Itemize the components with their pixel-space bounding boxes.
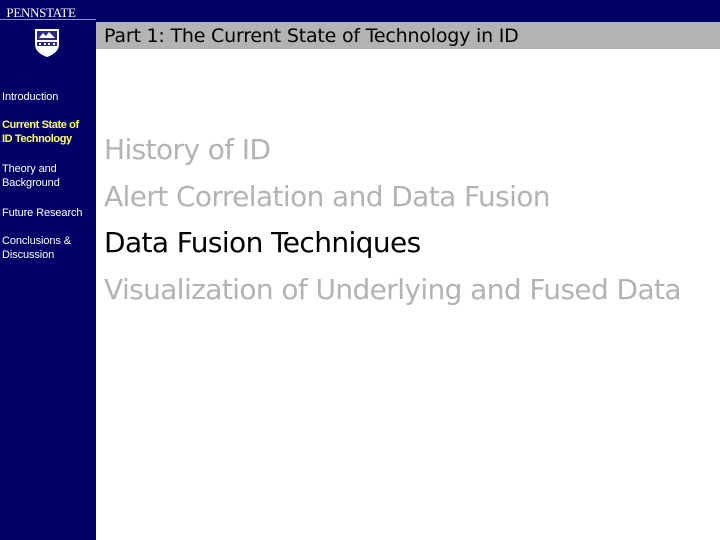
nav-item-label-line1: Conclusions & xyxy=(2,235,72,247)
bullet-item: Visualization of Underlying and Fused Da… xyxy=(104,273,682,306)
nav-item-label: Future Research xyxy=(2,207,83,219)
logo-wordmark: PENNSTATE xyxy=(6,5,76,20)
sidebar: PENNSTATE Introduction Current State of … xyxy=(0,0,96,540)
slide-title-bar: Part 1: The Current State of Technology … xyxy=(96,22,720,49)
nav-item-label-line2: Discussion xyxy=(2,249,55,261)
nav-item-label-line1: Current State of xyxy=(2,119,79,131)
nav-item-theory[interactable]: Theory and Background xyxy=(2,162,60,190)
nav-item-label-line2: ID Technology xyxy=(2,133,72,145)
bullet-item-current: Data Fusion Techniques xyxy=(104,226,421,259)
top-band xyxy=(0,0,720,22)
bullet-item: Alert Correlation and Data Fusion xyxy=(104,180,551,213)
logo-divider xyxy=(0,19,96,20)
nav-item-introduction[interactable]: Introduction xyxy=(2,90,58,104)
bullet-item: History of ID xyxy=(104,133,271,166)
nav-item-label-line1: Theory and xyxy=(2,163,57,175)
nav-item-label-line2: Background xyxy=(2,177,60,189)
penn-state-shield-icon xyxy=(34,28,60,58)
nav-item-conclusions[interactable]: Conclusions & Discussion xyxy=(2,234,71,262)
nav-item-current-state[interactable]: Current State of ID Technology xyxy=(2,118,79,146)
slide-title: Part 1: The Current State of Technology … xyxy=(104,25,519,47)
nav-item-label: Introduction xyxy=(2,91,59,103)
penn-state-logo: PENNSTATE xyxy=(4,5,94,58)
nav-item-future-research[interactable]: Future Research xyxy=(2,206,83,220)
